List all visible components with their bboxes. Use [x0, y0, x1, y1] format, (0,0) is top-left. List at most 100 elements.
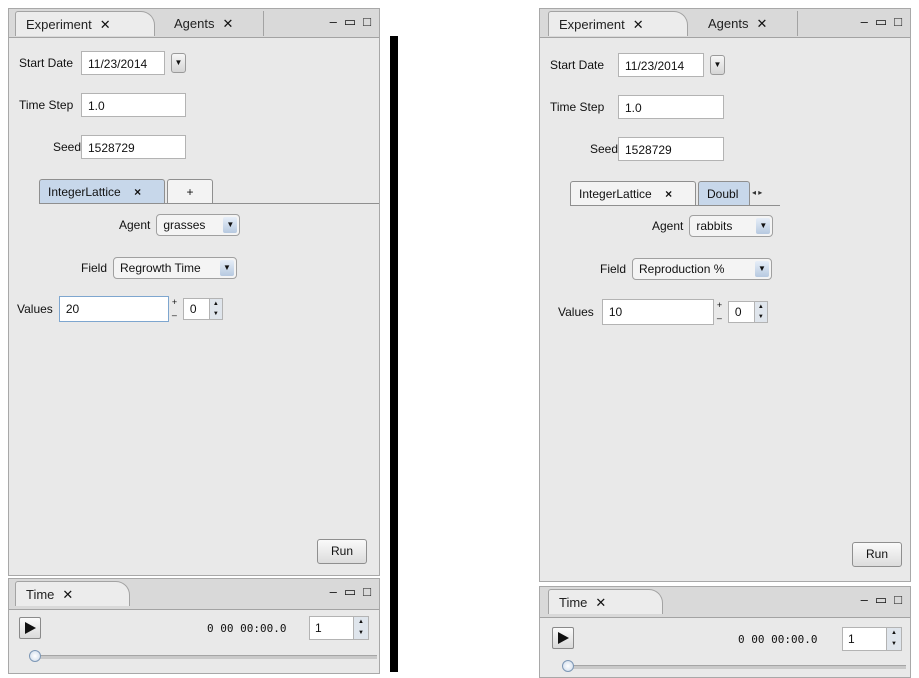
run-button[interactable]: Run [852, 542, 902, 567]
minimize-icon[interactable]: – [861, 593, 868, 607]
tab-experiment[interactable]: Experiment ✕ [548, 11, 688, 36]
field-row: Field Regrowth Time ▼ [81, 257, 238, 279]
tab-agents[interactable]: Agents ✕ [164, 11, 264, 36]
start-date-field[interactable]: 11/23/2014 [81, 51, 165, 75]
time-window: Time ✕ – ▭ □ 0 00 00:00.0 1 ▲ ▼ [8, 578, 380, 674]
subtab-close-icon[interactable]: × [665, 187, 672, 201]
start-date-label: Start Date [19, 56, 74, 70]
tab-agents[interactable]: Agents ✕ [698, 11, 798, 36]
play-button[interactable] [552, 627, 574, 649]
tab-time-close-icon[interactable]: ✕ [595, 595, 606, 610]
float-icon[interactable]: ▭ [344, 15, 356, 29]
tab-agents-label: Agents [708, 16, 749, 31]
agent-select[interactable]: rabbits ▼ [689, 215, 774, 237]
field-label: Field [81, 261, 108, 275]
time-tabstrip: Time ✕ – ▭ □ [540, 587, 910, 618]
maximize-icon[interactable]: □ [363, 15, 371, 29]
agent-label: Agent [119, 218, 151, 232]
start-date-row: Start Date 11/23/2014 ▼ [19, 51, 186, 75]
tab-experiment-close-icon[interactable]: ✕ [633, 17, 644, 32]
values-input[interactable]: 10 [601, 299, 714, 325]
time-window-controls: – ▭ □ [330, 585, 371, 599]
agent-label: Agent [652, 219, 684, 233]
minimize-icon[interactable]: – [330, 585, 337, 599]
subtab-double[interactable]: Doubl [698, 181, 750, 205]
time-slider-knob[interactable] [562, 660, 574, 672]
time-step-label: Time Step [550, 100, 605, 114]
spinner-arrows-icon[interactable]: ▲ ▼ [886, 628, 901, 650]
time-step-spinner[interactable]: 1 ▲ ▼ [309, 616, 369, 640]
values-label: Values [558, 305, 594, 319]
values-count-spinner[interactable]: 0 ▲ ▼ [182, 298, 223, 320]
time-window-controls: – ▭ □ [861, 593, 902, 607]
maximize-icon[interactable]: □ [894, 593, 902, 607]
agent-select-value: rabbits [696, 219, 733, 233]
time-step-spinner-value: 1 [848, 632, 855, 646]
field-select-value: Reproduction % [639, 262, 725, 276]
subtab-integerlattice[interactable]: IntegerLattice × [570, 181, 696, 205]
values-row: Values 20 + – 0 ▲ ▼ [17, 296, 223, 322]
time-window: Time ✕ – ▭ □ 0 00 00:00.0 1 ▲ ▼ [539, 586, 911, 678]
seed-field[interactable]: 1528729 [618, 137, 724, 161]
subtab-close-icon[interactable]: × [134, 185, 141, 199]
subtab-scroll-arrows-icon[interactable]: ◂ ▸ [752, 181, 762, 205]
experiment-window: Experiment ✕ Agents ✕ – ▭ □ Start Date 11/… [539, 8, 911, 582]
tab-experiment[interactable]: Experiment ✕ [15, 11, 155, 36]
subtab-integerlattice[interactable]: IntegerLattice × [39, 179, 165, 203]
agent-row: Agent grasses ▼ [119, 214, 241, 236]
value-minus-button[interactable]: – [172, 311, 180, 320]
time-slider-track[interactable] [568, 665, 906, 669]
values-count-spinner[interactable]: 0 ▲ ▼ [727, 301, 768, 323]
run-button[interactable]: Run [317, 539, 367, 564]
tab-time-close-icon[interactable]: ✕ [62, 587, 73, 602]
start-date-label: Start Date [550, 58, 605, 72]
maximize-icon[interactable]: □ [363, 585, 371, 599]
field-label: Field [600, 262, 627, 276]
add-subtab-button[interactable]: + [167, 179, 213, 203]
chevron-down-icon: ▼ [755, 261, 770, 277]
time-step-row: Time Step 1.0 [19, 93, 186, 117]
tab-time[interactable]: Time ✕ [548, 589, 663, 614]
tab-agents-label: Agents [174, 16, 215, 31]
agent-select-value: grasses [163, 218, 206, 232]
field-select[interactable]: Regrowth Time ▼ [113, 257, 238, 279]
time-slider-knob[interactable] [29, 650, 41, 662]
minimize-icon[interactable]: – [330, 15, 337, 29]
tab-experiment-label: Experiment [26, 17, 92, 32]
window-edge-divider [390, 36, 398, 672]
maximize-icon[interactable]: □ [894, 15, 902, 29]
tab-agents-close-icon[interactable]: ✕ [756, 16, 767, 31]
subtab-double-label: Doubl [707, 187, 739, 201]
float-icon[interactable]: ▭ [875, 593, 887, 607]
play-icon [25, 622, 36, 634]
play-icon [558, 632, 569, 644]
time-step-spinner[interactable]: 1 ▲ ▼ [842, 627, 902, 651]
field-select[interactable]: Reproduction % ▼ [632, 258, 773, 280]
minimize-icon[interactable]: – [861, 15, 868, 29]
float-icon[interactable]: ▭ [875, 15, 887, 29]
time-step-field[interactable]: 1.0 [81, 93, 186, 117]
agent-select[interactable]: grasses ▼ [156, 214, 241, 236]
time-step-field[interactable]: 1.0 [618, 95, 724, 119]
seed-field[interactable]: 1528729 [81, 135, 186, 159]
time-slider-track[interactable] [35, 655, 377, 659]
values-input[interactable]: 20 [58, 296, 169, 322]
spinner-arrows-icon[interactable]: ▲ ▼ [753, 302, 767, 322]
chevron-down-icon: ▼ [223, 217, 238, 233]
play-button[interactable] [19, 617, 41, 639]
parameter-subtabs: IntegerLattice × Doubl ◂ ▸ [570, 181, 762, 205]
date-picker-button[interactable]: ▼ [171, 53, 186, 73]
start-date-field[interactable]: 11/23/2014 [618, 53, 704, 77]
spinner-arrows-icon[interactable]: ▲ ▼ [353, 617, 368, 639]
tab-agents-close-icon[interactable]: ✕ [222, 16, 233, 31]
value-minus-button[interactable]: – [717, 314, 725, 323]
subtab-integerlattice-label: IntegerLattice [579, 187, 652, 201]
field-row: Field Reproduction % ▼ [600, 258, 773, 280]
date-picker-button[interactable]: ▼ [710, 55, 725, 75]
value-plus-button[interactable]: + [172, 298, 180, 307]
spinner-arrows-icon[interactable]: ▲ ▼ [208, 299, 222, 319]
float-icon[interactable]: ▭ [344, 585, 356, 599]
tab-experiment-close-icon[interactable]: ✕ [100, 17, 111, 32]
tab-time[interactable]: Time ✕ [15, 581, 130, 606]
value-plus-button[interactable]: + [717, 301, 725, 310]
